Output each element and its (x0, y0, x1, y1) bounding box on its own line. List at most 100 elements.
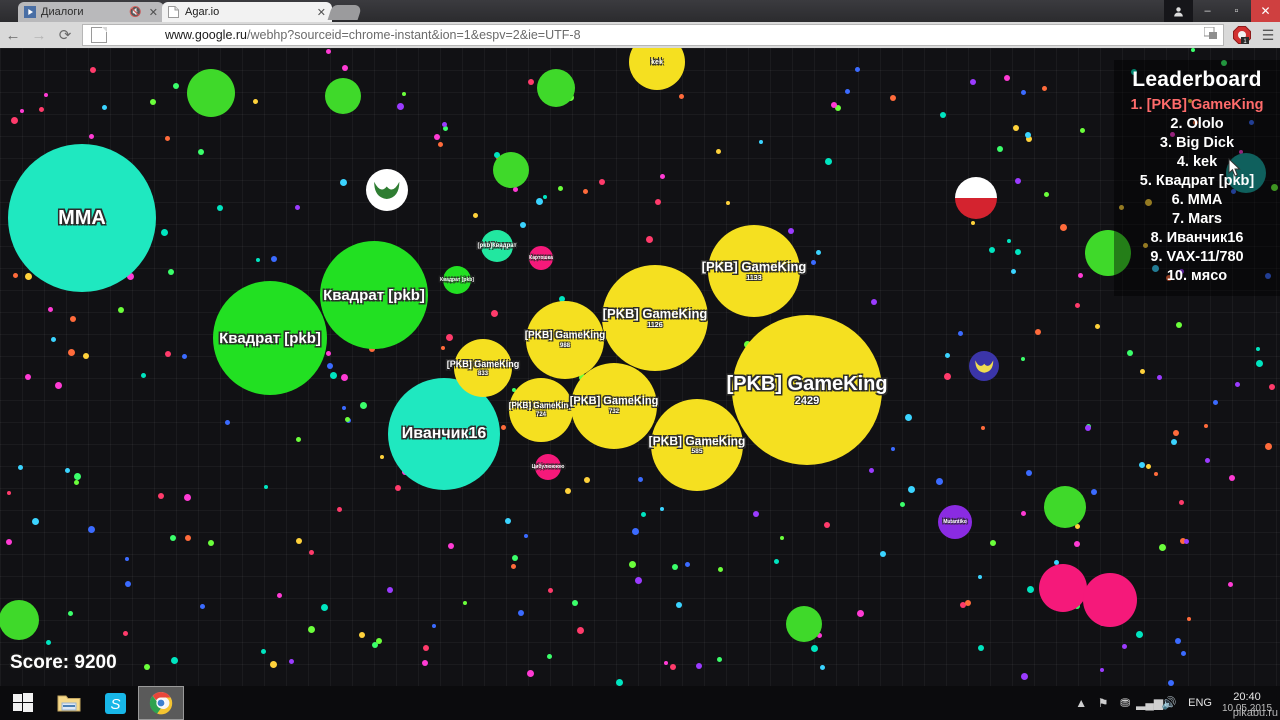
address-bar[interactable]: www.google.ru/webhp?sourceid=chrome-inst… (82, 24, 1224, 46)
food-pellet (253, 99, 258, 104)
game-cell: [PKB] GameKing 724 (509, 378, 573, 442)
tray-expand-icon[interactable]: ▲ (1070, 696, 1092, 710)
food-pellet (716, 149, 721, 154)
svg-text:S: S (110, 696, 120, 713)
cell-mass: 732 (608, 409, 620, 416)
food-pellet (1122, 644, 1127, 649)
game-cell: Mutantiko (938, 505, 972, 539)
food-pellet (165, 136, 170, 141)
food-pellet (74, 473, 81, 480)
food-pellet (25, 374, 31, 380)
food-pellet (512, 555, 518, 561)
food-pellet (308, 626, 315, 633)
food-pellet (1078, 273, 1083, 278)
food-pellet (208, 540, 214, 546)
cell-name: [PKB] GameKing (726, 372, 888, 395)
food-pellet (55, 382, 62, 389)
food-pellet (1159, 544, 1166, 551)
food-pellet (161, 229, 168, 236)
food-pellet (1074, 541, 1080, 547)
food-pellet (217, 205, 223, 211)
food-pellet (327, 363, 333, 369)
usb-icon[interactable]: ⛃ (1114, 696, 1136, 710)
close-button[interactable]: ✕ (1251, 0, 1280, 22)
windows-start-icon[interactable] (0, 686, 46, 720)
chrome-menu-button[interactable]: ☰ (1256, 22, 1280, 48)
reload-button[interactable]: ⟳ (52, 22, 78, 48)
food-pellet (446, 334, 453, 341)
cell-mass: 2429 (794, 394, 820, 407)
page-info-icon[interactable] (91, 27, 107, 43)
user-icon[interactable] (1164, 0, 1193, 22)
food-pellet (270, 661, 277, 668)
food-pellet (518, 610, 524, 616)
forward-button[interactable]: → (26, 22, 52, 48)
leaderboard-row: 8. Иванчик16 (1150, 230, 1244, 246)
language-indicator[interactable]: ENG (1188, 697, 1212, 709)
food-pellet (1213, 400, 1218, 405)
food-pellet (505, 518, 511, 524)
food-pellet (1042, 86, 1047, 91)
food-pellet (1228, 582, 1233, 587)
food-pellet (295, 205, 300, 210)
maximize-button[interactable]: ▫ (1222, 0, 1251, 22)
leaderboard-row: 7. Mars (1172, 211, 1222, 227)
food-pellet (971, 221, 975, 225)
food-pellet (7, 491, 11, 495)
food-pellet (759, 140, 763, 144)
back-button[interactable]: ← (0, 22, 26, 48)
game-cell (0, 600, 39, 640)
food-pellet (25, 273, 32, 280)
food-pellet (965, 600, 971, 606)
food-pellet (1140, 369, 1145, 374)
cell-mass: 724 (535, 412, 546, 418)
food-pellet (1139, 462, 1145, 468)
food-pellet (1015, 249, 1021, 255)
food-pellet (182, 354, 187, 359)
food-pellet (616, 679, 623, 686)
food-pellet (890, 95, 896, 101)
food-pellet (296, 437, 301, 442)
food-pellet (753, 511, 759, 517)
game-canvas[interactable]: MMA Квадрат [pkb] Квадрат [pkb] Иванчик16 [P… (0, 48, 1280, 686)
food-pellet (1171, 439, 1177, 445)
food-pellet (584, 477, 590, 483)
game-cell (1044, 486, 1086, 528)
adblock-icon[interactable]: 1 (1231, 24, 1253, 46)
food-pellet (125, 581, 131, 587)
volume-icon[interactable]: 🔊 (1158, 696, 1180, 710)
food-pellet (74, 480, 79, 485)
food-pellet (423, 645, 429, 651)
minimize-button[interactable]: – (1193, 0, 1222, 22)
food-pellet (936, 478, 943, 485)
food-pellet (83, 353, 89, 359)
tab-mute-icon[interactable]: 🔇 (129, 7, 141, 18)
new-tab-button[interactable] (327, 5, 363, 20)
food-pellet (1026, 470, 1032, 476)
browser-tab-agario[interactable]: Agar.io ✕ (162, 2, 332, 22)
food-pellet (289, 659, 294, 664)
network-icon[interactable]: ▂▄▆ (1136, 696, 1163, 710)
tab-close-icon[interactable]: ✕ (149, 6, 158, 19)
game-cell: [PKB] GameKing 732 (570, 363, 658, 449)
food-pellet (434, 134, 440, 140)
food-pellet (524, 534, 528, 538)
page-icon (168, 6, 180, 18)
skype-icon[interactable]: S (92, 686, 138, 720)
food-pellet (102, 105, 107, 110)
browser-toolbar: ← → ⟳ www.google.ru/webhp?sourceid=chrom… (0, 22, 1280, 49)
food-pellet (511, 564, 516, 569)
game-cell: [PKB] GameKing 1126 (602, 265, 708, 371)
save-page-icon[interactable] (1203, 26, 1219, 42)
explorer-icon[interactable] (46, 686, 92, 720)
tab-close-icon[interactable]: ✕ (317, 6, 326, 19)
chrome-icon[interactable] (138, 686, 184, 720)
flag-icon[interactable]: ⚑ (1092, 696, 1114, 710)
food-pellet (1027, 586, 1034, 593)
food-pellet (48, 307, 53, 312)
cell-name: [PKB] GameKing (524, 330, 606, 341)
browser-chrome: Диалоги 🔇 ✕ Agar.io ✕ – ▫ ✕ ← → ⟳ www.go… (0, 0, 1280, 49)
food-pellet (547, 654, 552, 659)
browser-tab-dialogi[interactable]: Диалоги 🔇 ✕ (18, 2, 164, 22)
window-controls: – ▫ ✕ (1164, 0, 1280, 22)
